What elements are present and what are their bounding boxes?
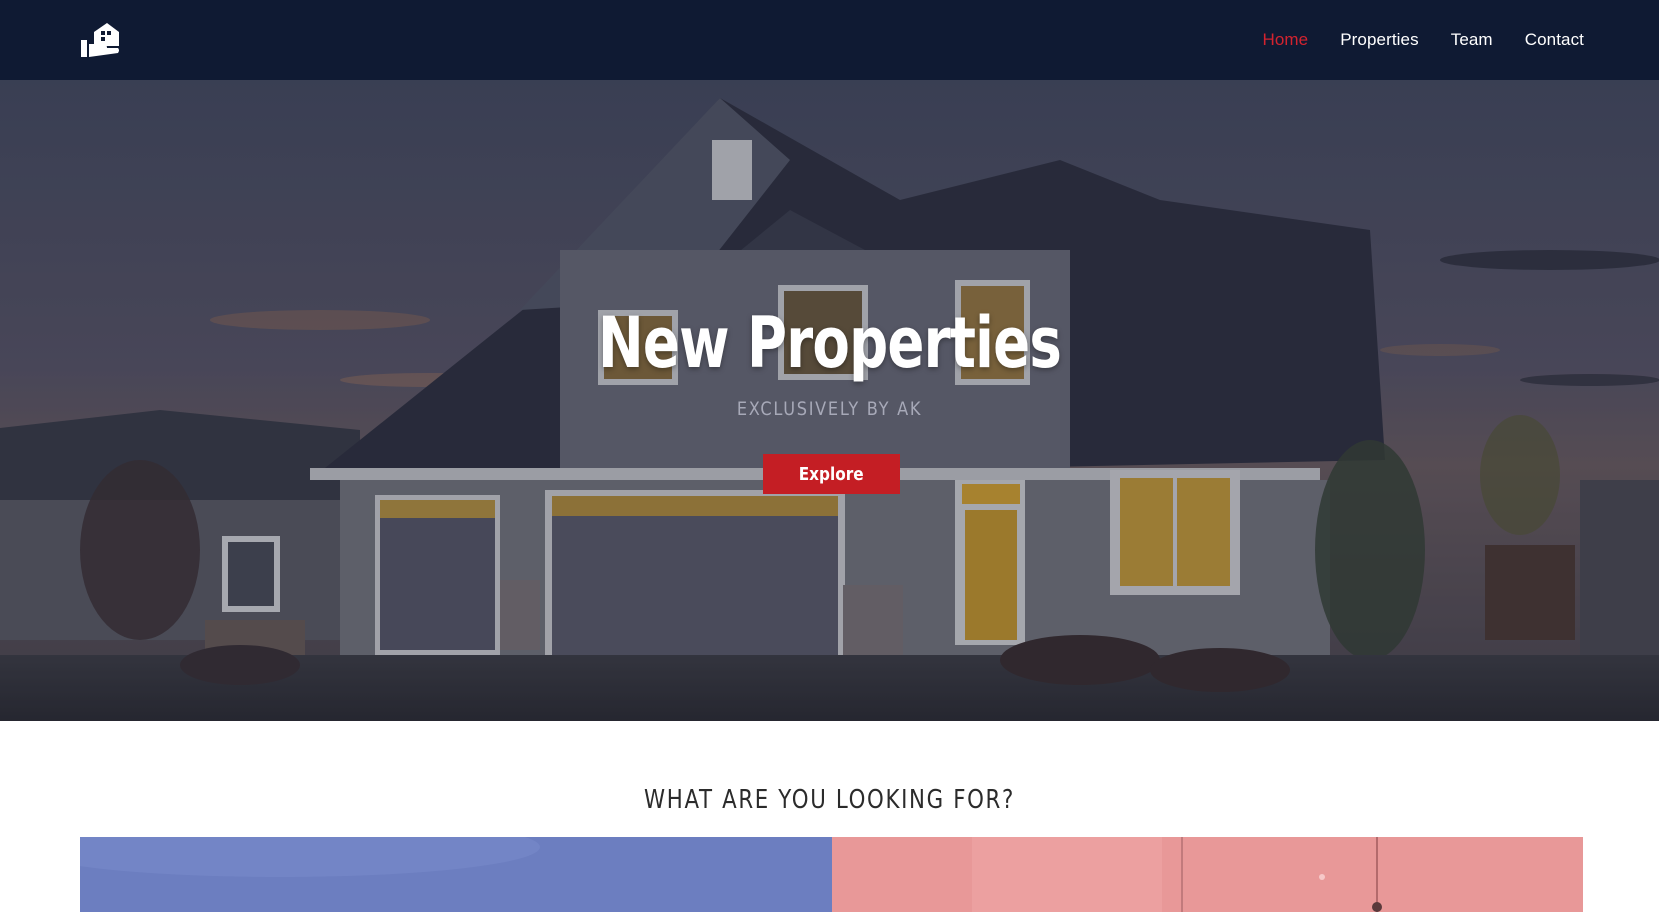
- explore-button-label: Explore: [799, 463, 864, 485]
- nav-link-properties[interactable]: Properties: [1340, 30, 1418, 50]
- hero-subtitle: EXCLUSIVELY BY AK: [736, 398, 923, 420]
- main-nav: Home Properties Team Contact: [1262, 0, 1584, 80]
- section-title: WHAT ARE YOU LOOKING FOR?: [644, 785, 1015, 815]
- category-card-exterior[interactable]: [80, 837, 832, 912]
- navbar: Home Properties Team Contact: [0, 0, 1659, 80]
- hero-section: New Properties EXCLUSIVELY BY AK Explore: [0, 80, 1659, 721]
- nav-link-team[interactable]: Team: [1451, 30, 1493, 50]
- nav-link-home[interactable]: Home: [1262, 30, 1308, 50]
- nav-link-contact[interactable]: Contact: [1525, 30, 1584, 50]
- hero-title: New Properties: [597, 302, 1062, 384]
- category-card-exterior-image: [80, 837, 832, 912]
- house-hand-logo-icon[interactable]: [80, 20, 120, 58]
- category-card-interior[interactable]: [832, 837, 1583, 912]
- category-card-interior-image: [832, 837, 1583, 912]
- explore-button[interactable]: Explore: [763, 454, 900, 494]
